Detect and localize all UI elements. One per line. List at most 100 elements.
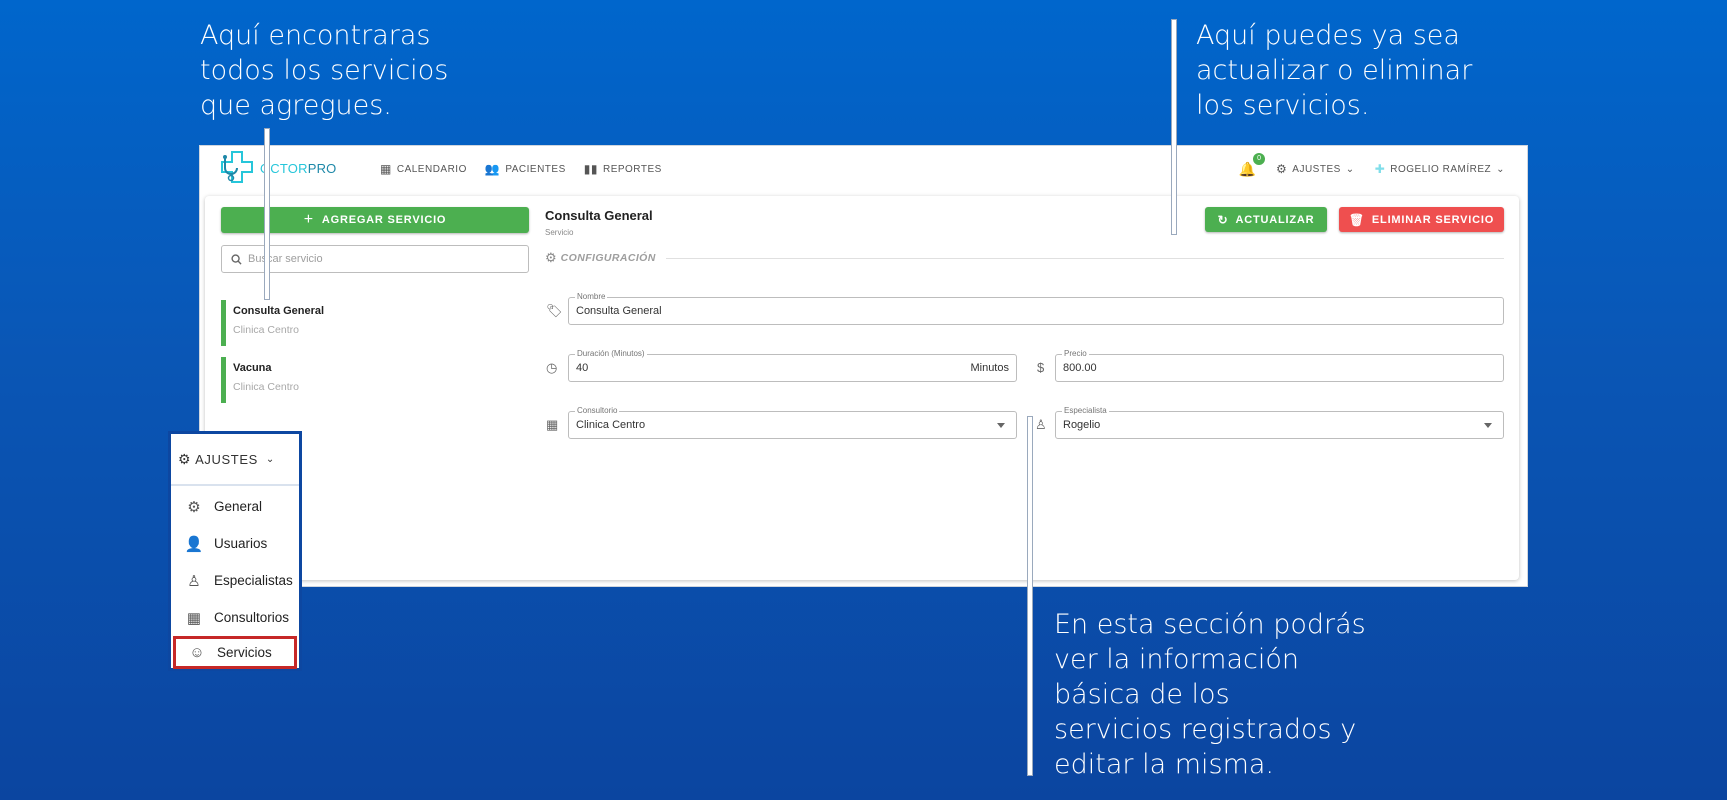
building-icon: ▦: [546, 417, 559, 432]
bell-icon: 🔔: [1238, 160, 1257, 177]
update-label: ACTUALIZAR: [1235, 213, 1315, 226]
building-icon: ▦: [186, 609, 202, 627]
update-button[interactable]: ↻ ACTUALIZAR: [1205, 207, 1327, 232]
people-icon: 👥: [484, 162, 501, 176]
consultorio-label: Consultorio: [575, 406, 620, 415]
section-divider: [665, 257, 1504, 259]
search-input[interactable]: [248, 253, 508, 265]
doctor-icon: ♙: [187, 572, 201, 590]
service-list-item[interactable]: Consulta General Clinica Centro: [221, 300, 521, 346]
menu-item-label: General: [214, 499, 263, 514]
service-icon: ☺: [189, 644, 205, 661]
plus-icon: +: [303, 211, 314, 228]
right-nav: 🔔 0 ⚙ AJUSTES ⌄ ✚ ROGELIO RAMÍREZ ⌄: [1239, 146, 1505, 192]
duration-field[interactable]: Duración (Minutos) 40 Minutos: [568, 349, 1017, 382]
chevron-down-icon: ⌄: [1496, 163, 1505, 175]
bar-chart-icon: ▮▮: [583, 162, 598, 176]
price-field[interactable]: Precio 800.00: [1055, 349, 1504, 382]
annotation-detail-section: En esta sección podrás ver la informació…: [1054, 609, 1366, 780]
menu-item-servicios[interactable]: ☺ Servicios: [173, 636, 297, 669]
price-field-label: Precio: [1062, 349, 1089, 358]
menu-item-usuarios[interactable]: 👤 Usuarios: [173, 527, 297, 560]
duration-field-value: 40: [576, 362, 589, 374]
chevron-down-icon: ⌄: [265, 453, 275, 465]
annotation-services-list: Aquí encontraras todos los servicios que…: [200, 20, 449, 121]
services-panel: + AGREGAR SERVICIO Consulta General Clin…: [205, 196, 1519, 580]
nav-pacientes[interactable]: 👥 PACIENTES: [485, 162, 566, 176]
settings-menu-button[interactable]: ⚙ AJUSTES ⌄: [1276, 162, 1355, 176]
user-menu-button[interactable]: ✚ ROGELIO RAMÍREZ ⌄: [1375, 162, 1505, 176]
chevron-down-icon: ⌄: [1345, 163, 1355, 175]
top-navbar: OCTORPRO ▦ CALENDARIO 👥 PACIENTES ▮▮ REP…: [200, 146, 1527, 192]
service-name: Consulta General: [233, 305, 325, 317]
main-nav: ▦ CALENDARIO 👥 PACIENTES ▮▮ REPORTES: [380, 146, 680, 192]
add-service-label: AGREGAR SERVICIO: [321, 214, 447, 226]
especialista-select[interactable]: Especialista Rogelio: [1055, 406, 1504, 439]
dollar-icon: $: [1037, 360, 1045, 375]
menu-item-consultorios[interactable]: ▦ Consultorios: [173, 601, 297, 634]
menu-item-label: Consultorios: [214, 610, 290, 625]
clock-icon: ◷: [546, 360, 558, 375]
settings-dropdown-header[interactable]: ⚙ AJUSTES ⌄: [171, 434, 299, 486]
dropdown-arrow-icon: [997, 423, 1005, 428]
service-location: Clinica Centro: [233, 381, 299, 393]
gear-icon: ⚙: [545, 250, 557, 265]
duration-unit: Minutos: [970, 362, 1009, 374]
duration-field-label: Duración (Minutos): [575, 349, 647, 358]
especialista-value: Rogelio: [1063, 419, 1101, 431]
app-window: OCTORPRO ▦ CALENDARIO 👥 PACIENTES ▮▮ REP…: [199, 145, 1528, 587]
nav-reportes[interactable]: ▮▮ REPORTES: [584, 162, 662, 176]
pointer-line-right: [1171, 19, 1177, 235]
delete-service-button[interactable]: 🗑 ELIMINAR SERVICIO: [1339, 207, 1504, 232]
name-field-label: Nombre: [575, 292, 608, 301]
consultorio-value: Clinica Centro: [576, 419, 646, 431]
user-avatar-icon: ✚: [1374, 162, 1386, 176]
person-icon: 👤: [184, 535, 204, 553]
configuration-section-header: ⚙ CONFIGURACIÓN: [545, 250, 1504, 265]
settings-dropdown-title: AJUSTES: [195, 451, 258, 467]
price-field-value: 800.00: [1063, 362, 1097, 374]
settings-dropdown: ⚙ AJUSTES ⌄ ⚙ General 👤 Usuarios ♙ Espec…: [168, 431, 302, 671]
notifications-button[interactable]: 🔔 0: [1238, 152, 1266, 178]
gear-icon: ⚙: [178, 450, 192, 467]
logo-suffix: PRO: [307, 160, 337, 176]
menu-item-general[interactable]: ⚙ General: [173, 490, 297, 523]
menu-item-label: Especialistas: [214, 573, 293, 588]
menu-item-especialistas[interactable]: ♙ Especialistas: [173, 564, 297, 597]
nav-pacientes-label: PACIENTES: [505, 163, 566, 175]
service-name: Vacuna: [233, 362, 272, 374]
consultorio-select[interactable]: Consultorio Clinica Centro: [568, 406, 1017, 439]
notifications-badge: 0: [1253, 152, 1266, 165]
gear-icon: ⚙: [1276, 162, 1288, 176]
nav-calendario[interactable]: ▦ CALENDARIO: [380, 162, 467, 176]
section-label: CONFIGURACIÓN: [560, 252, 656, 264]
gear-icon: ⚙: [187, 498, 201, 516]
settings-label: AJUSTES: [1292, 163, 1341, 175]
especialista-label: Especialista: [1062, 406, 1109, 415]
service-detail-subtitle: Servicio: [545, 228, 574, 237]
service-list-item[interactable]: Vacuna Clinica Centro: [221, 357, 521, 403]
nav-reportes-label: REPORTES: [602, 163, 662, 175]
tag-icon: 🏷: [546, 303, 563, 318]
trash-icon: 🗑: [1348, 212, 1365, 227]
search-icon: [231, 253, 242, 265]
delete-label: ELIMINAR SERVICIO: [1371, 213, 1495, 226]
pointer-line-left: [264, 128, 270, 300]
service-location: Clinica Centro: [233, 324, 299, 336]
dropdown-arrow-icon: [1484, 423, 1492, 428]
doctorpro-logo[interactable]: OCTORPRO: [218, 148, 337, 188]
doctor-icon: ♙: [1035, 417, 1047, 432]
name-field-value: Consulta General: [576, 305, 662, 317]
refresh-icon: ↻: [1217, 212, 1229, 227]
service-detail-title: Consulta General: [545, 208, 653, 223]
logo-text: OCTORPRO: [260, 161, 337, 176]
nav-calendario-label: CALENDARIO: [396, 163, 467, 175]
calendar-icon: ▦: [380, 162, 392, 176]
menu-item-label: Usuarios: [214, 536, 268, 551]
name-field[interactable]: Nombre Consulta General: [568, 292, 1504, 325]
user-label: ROGELIO RAMÍREZ: [1390, 163, 1492, 175]
logo-cross-icon: [221, 151, 253, 183]
menu-item-label: Servicios: [217, 645, 272, 660]
pointer-line-bottom: [1027, 416, 1033, 776]
annotation-actions: Aquí puedes ya sea actualizar o eliminar…: [1196, 20, 1473, 121]
